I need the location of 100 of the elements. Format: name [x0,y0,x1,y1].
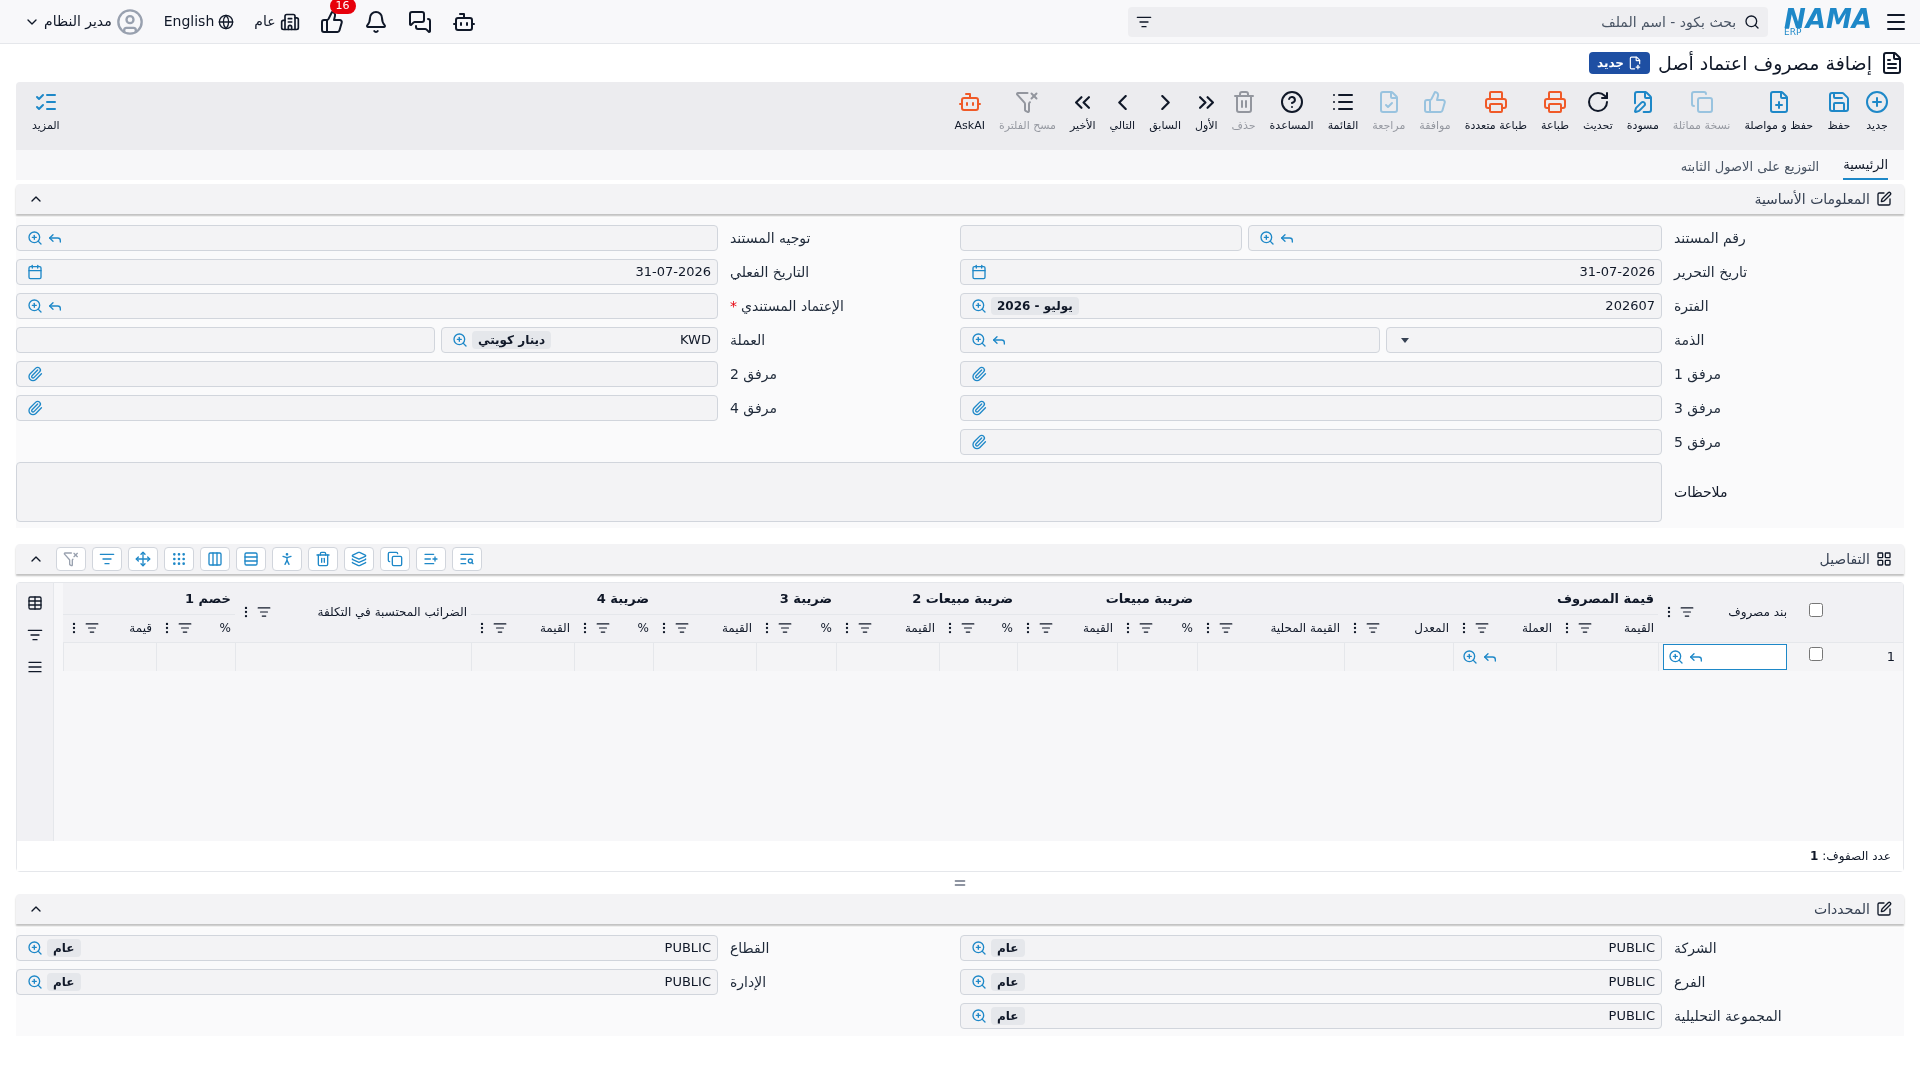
row-checkbox[interactable] [1809,647,1823,662]
filter-icon[interactable] [85,621,99,635]
calendar-icon[interactable] [971,264,987,280]
section-header[interactable]: التفاصيل [16,544,1904,574]
toolbar-button[interactable]: طباعة متعددة [1457,90,1535,135]
search-icon[interactable] [27,974,43,990]
table-icon[interactable] [27,595,43,611]
column-header[interactable]: قيمة [67,619,152,637]
grid-tool-button[interactable] [164,547,194,571]
filter-icon[interactable] [1219,621,1233,635]
paperclip-icon[interactable] [971,400,987,416]
paperclip-icon[interactable] [27,366,43,382]
search-icon[interactable] [971,974,987,990]
search-icon[interactable] [971,940,987,956]
user-menu[interactable]: مدير النظام [44,11,112,32]
section-header[interactable]: المحددات [16,894,1904,924]
input-field[interactable] [16,327,435,353]
filter-icon[interactable] [493,621,507,635]
language-link[interactable]: English [163,11,215,32]
filter-icon[interactable] [178,621,192,635]
lookup-field[interactable] [1662,643,1787,670]
grid-tool-button[interactable] [452,547,482,571]
toolbar-button[interactable]: حفظ [1820,90,1858,135]
input-field[interactable] [960,225,1242,251]
column-header[interactable]: % [160,619,231,637]
notes-field[interactable] [16,462,1662,522]
filter-icon[interactable] [961,621,975,635]
grid-tool-button[interactable] [200,547,230,571]
attachment-field[interactable] [960,395,1662,421]
toolbar-button[interactable]: تحديث [1575,90,1620,135]
attachment-field[interactable] [960,429,1662,455]
paperclip-icon[interactable] [971,434,987,450]
column-header[interactable]: القيمة [657,619,752,637]
column-header[interactable]: % [760,619,832,637]
section-header[interactable]: المعلومات الأساسية [16,184,1904,214]
search-icon[interactable] [971,298,987,314]
toolbar-button[interactable]: حفظ و مواصلة [1737,90,1820,135]
filter-icon[interactable] [1578,621,1592,635]
toolbar-button[interactable]: المساعدة [1262,90,1321,135]
filter-icon[interactable] [778,621,792,635]
branch-selector[interactable]: عام [254,11,276,32]
search-icon[interactable] [1461,648,1478,665]
column-header[interactable]: بند مصروف [1662,603,1787,622]
chat-icon[interactable] [407,9,432,34]
date-field[interactable]: 31-07-2026 [960,259,1662,285]
search-icon[interactable] [27,940,43,956]
date-field[interactable]: 31-07-2026 [16,259,718,285]
toolbar-button[interactable]: مسودة [1619,90,1666,135]
filter-icon[interactable] [1366,621,1380,635]
toolbar-button[interactable]: AskAI [947,90,992,135]
column-header[interactable]: العملة [1457,619,1552,637]
toolbar-button[interactable]: طباعة [1534,90,1576,135]
toolbar-button[interactable]: السابق [1142,90,1188,135]
filter-icon[interactable] [1680,605,1694,620]
filter-icon[interactable] [27,627,43,643]
grid-tool-button[interactable] [416,547,446,571]
column-header[interactable]: % [943,619,1013,637]
toolbar-button[interactable]: الأول [1187,90,1225,135]
column-header[interactable]: القيمة [475,619,570,637]
grid-tool-button[interactable] [380,547,410,571]
search-icon[interactable] [971,332,987,348]
search-field[interactable]: بحث بكود - اسم الملف [1128,6,1769,37]
toolbar-button[interactable]: الأخير [1063,90,1103,135]
grid-tool-button[interactable] [236,547,266,571]
column-header[interactable]: القيمة [840,619,935,637]
menu-icon[interactable] [27,659,43,675]
search-icon[interactable] [452,332,468,348]
notifications-icon[interactable] [363,9,388,34]
attachment-field[interactable] [16,361,718,387]
grid-tool-button[interactable] [272,547,302,571]
search-icon[interactable] [27,298,43,314]
toolbar-button[interactable]: القائمة [1320,90,1366,135]
column-header[interactable]: المعدل [1348,619,1449,637]
thumbs-up-icon[interactable] [319,9,344,34]
select-all-checkbox[interactable] [1809,602,1823,617]
filter-icon[interactable] [675,621,689,635]
tab[interactable]: الرئيسية [1843,154,1888,180]
search-icon[interactable] [1667,648,1684,665]
filter-icon[interactable] [596,621,610,635]
grid-tool-button[interactable] [344,547,374,571]
column-header[interactable]: % [1121,619,1193,637]
toolbar-button[interactable]: التالي [1102,90,1143,135]
grid-tool-button[interactable] [128,547,158,571]
column-header[interactable]: القيمة المحلية [1201,619,1340,637]
column-header[interactable]: % [578,619,649,637]
filter-icon[interactable] [257,605,271,620]
attachment-field[interactable] [16,395,718,421]
paperclip-icon[interactable] [27,400,43,416]
filter-icon[interactable] [1039,621,1053,635]
tab[interactable]: التوزيع على الاصول الثابته [1680,156,1820,180]
grid-tool-button[interactable] [92,547,122,571]
column-header[interactable]: القيمة [1021,619,1113,637]
toolbar-button[interactable]: جديد [1858,90,1896,135]
search-icon[interactable] [27,230,43,246]
dropdown-field[interactable] [1386,327,1662,353]
paperclip-icon[interactable] [971,366,987,382]
search-icon[interactable] [1259,230,1275,246]
column-header[interactable]: الضرائب المحتسبة في التكلفة [239,603,467,622]
grid-tool-button[interactable] [308,547,338,571]
filter-icon[interactable] [1139,621,1153,635]
